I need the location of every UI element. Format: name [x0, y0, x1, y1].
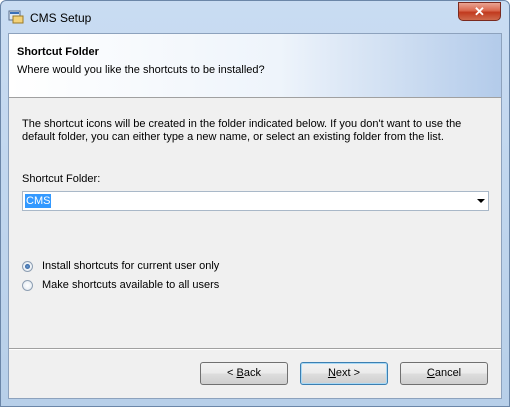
next-label-rest: ext >	[335, 367, 361, 379]
shortcut-folder-label: Shortcut Folder:	[22, 173, 101, 185]
setup-window: CMS Setup ✕ Shortcut Folder Where would …	[0, 0, 510, 407]
next-mnemonic: N	[327, 367, 336, 379]
radio-button[interactable]	[22, 280, 33, 291]
cancel-button[interactable]: Cancel	[400, 362, 488, 385]
cancel-mnemonic: C	[426, 367, 435, 379]
title-bar[interactable]: CMS Setup ✕	[1, 1, 509, 33]
close-button[interactable]: ✕	[458, 2, 501, 21]
back-prefix: <	[227, 367, 237, 379]
radio-current-user-label[interactable]: Install shortcuts for current user only	[42, 260, 219, 272]
shortcut-folder-combobox[interactable]: CMS	[22, 191, 489, 211]
shortcut-folder-value[interactable]: CMS	[25, 194, 52, 208]
installer-icon	[8, 10, 24, 24]
close-icon: ✕	[474, 4, 485, 19]
radio-button-checked[interactable]	[22, 261, 33, 272]
radio-all-users-label[interactable]: Make shortcuts available to all users	[42, 279, 219, 291]
dialog-client-area: Shortcut Folder Where would you like the…	[8, 33, 502, 399]
separator	[9, 348, 501, 350]
cancel-label-rest: ancel	[434, 367, 462, 379]
page-subtitle: Where would you like the shortcuts to be…	[17, 64, 265, 76]
next-button[interactable]: Next >	[300, 362, 388, 385]
back-mnemonic: B	[236, 367, 244, 379]
header-panel: Shortcut Folder Where would you like the…	[9, 34, 501, 98]
back-label-rest: ack	[243, 367, 261, 379]
back-button[interactable]: < Back	[200, 362, 288, 385]
chevron-down-icon[interactable]	[477, 199, 485, 203]
description-text: The shortcut icons will be created in th…	[22, 118, 462, 143]
page-title: Shortcut Folder	[17, 46, 99, 58]
window-title: CMS Setup	[30, 11, 92, 25]
